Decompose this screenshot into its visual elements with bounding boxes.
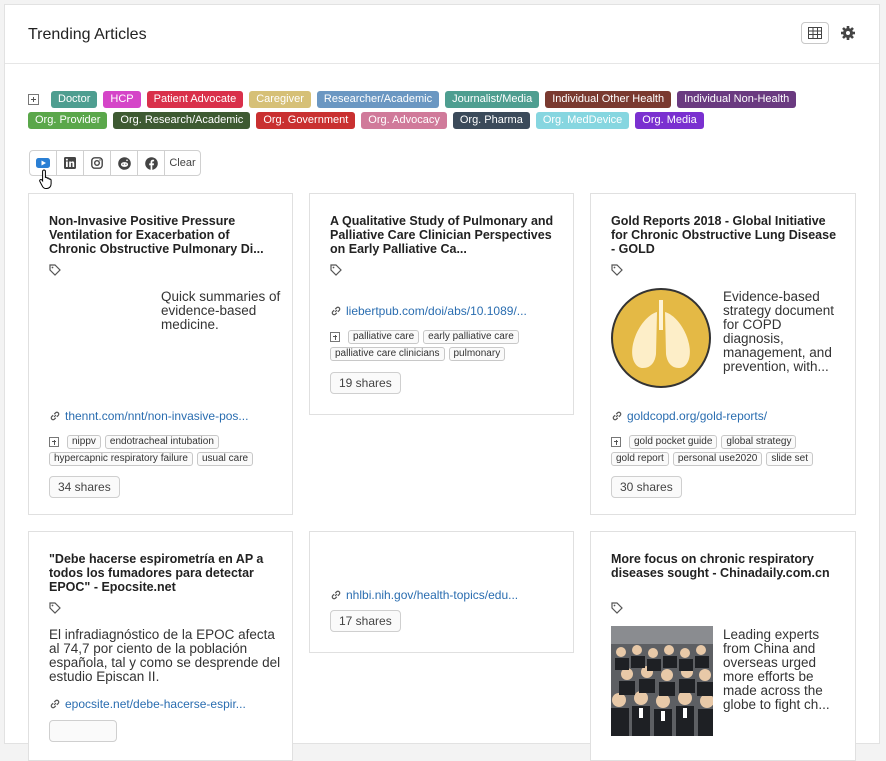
article-card[interactable]: Gold Reports 2018 - Global Initiative fo… xyxy=(590,193,856,515)
group-photo-illustration-icon xyxy=(611,626,713,736)
link-icon xyxy=(50,699,60,709)
instagram-icon xyxy=(91,157,103,169)
tag-icon xyxy=(611,264,623,276)
linkedin-icon xyxy=(64,157,76,169)
keyword-tag[interactable]: gold report xyxy=(611,452,669,466)
filter-chip-org-pharma[interactable]: Org. Pharma xyxy=(452,112,530,129)
pointer-cursor-icon xyxy=(39,169,52,189)
keyword-list: nippv endotracheal intubation hypercapni… xyxy=(49,435,274,466)
filter-chip-individual-non-health[interactable]: Individual Non-Health xyxy=(677,91,797,108)
shares-count[interactable] xyxy=(49,720,117,742)
tag-icon xyxy=(611,602,623,614)
filter-chip-journalist-media[interactable]: Journalist/Media xyxy=(445,91,540,108)
link-icon xyxy=(50,411,60,421)
shares-count[interactable]: 19 shares xyxy=(330,372,401,394)
expand-keywords-icon[interactable] xyxy=(611,437,621,447)
filter-chip-org-meddevice[interactable]: Org. MedDevice xyxy=(535,112,630,129)
panel-header: Trending Articles xyxy=(5,5,879,64)
table-icon xyxy=(808,27,822,39)
audience-filter-row-2: Org. Provider Org. Research/Academic Org… xyxy=(28,112,704,129)
expand-keywords-icon[interactable] xyxy=(330,332,340,342)
filter-chip-org-media[interactable]: Org. Media xyxy=(635,112,704,129)
table-view-button[interactable] xyxy=(801,22,829,44)
lungs-illustration-icon xyxy=(632,300,690,368)
article-title[interactable]: Gold Reports 2018 - Global Initiative fo… xyxy=(611,214,841,256)
reddit-icon xyxy=(117,156,131,170)
filter-chip-researcher-academic[interactable]: Researcher/Academic xyxy=(316,91,440,108)
youtube-icon xyxy=(36,158,50,168)
filter-chip-org-advocacy[interactable]: Org. Advocacy xyxy=(361,112,447,129)
article-title[interactable]: "Debe hacerse espirometría en AP a todos… xyxy=(49,552,279,594)
article-link[interactable]: thennt.com/nnt/non-invasive-pos... xyxy=(49,409,248,423)
filter-chip-caregiver[interactable]: Caregiver xyxy=(249,91,311,108)
clear-filter-button[interactable]: Clear xyxy=(165,151,200,175)
keyword-list: palliative care early palliative care pa… xyxy=(330,330,555,361)
article-title[interactable]: More focus on chronic respiratory diseas… xyxy=(611,552,841,580)
filter-chip-individual-other-health[interactable]: Individual Other Health xyxy=(545,91,672,108)
shares-count[interactable]: 17 shares xyxy=(330,610,401,632)
tag-icon xyxy=(49,264,61,276)
shares-count[interactable]: 30 shares xyxy=(611,476,682,498)
tag-icon xyxy=(330,264,342,276)
reddit-filter-button[interactable] xyxy=(111,151,138,175)
article-title[interactable]: Non-Invasive Positive Pressure Ventilati… xyxy=(49,214,279,256)
keyword-tag[interactable]: slide set xyxy=(766,452,814,466)
filter-chip-org-research-academic[interactable]: Org. Research/Academic xyxy=(113,112,251,129)
expand-filters-icon[interactable] xyxy=(28,94,39,105)
article-link-text[interactable]: nhlbi.nih.gov/health-topics/edu... xyxy=(346,588,518,602)
keyword-tag[interactable]: gold pocket guide xyxy=(629,435,718,449)
facebook-icon xyxy=(144,156,158,170)
link-icon xyxy=(612,411,622,421)
keyword-tag[interactable]: usual care xyxy=(196,452,254,466)
link-icon xyxy=(331,306,341,316)
article-card[interactable]: More focus on chronic respiratory diseas… xyxy=(590,531,856,761)
article-link[interactable]: nhlbi.nih.gov/health-topics/edu... xyxy=(330,588,518,602)
article-card[interactable]: nhlbi.nih.gov/health-topics/edu... 17 sh… xyxy=(309,531,574,653)
gear-icon xyxy=(841,26,855,40)
article-title[interactable]: A Qualitative Study of Pulmonary and Pal… xyxy=(330,214,560,256)
keyword-tag[interactable]: global strategy xyxy=(721,435,797,449)
keyword-tag[interactable]: early palliative care xyxy=(423,330,519,344)
keyword-tag[interactable]: endotracheal intubation xyxy=(104,435,219,449)
keyword-tag[interactable]: nippv xyxy=(67,435,101,449)
article-link-text[interactable]: epocsite.net/debe-hacerse-espir... xyxy=(65,697,246,711)
filter-chip-hcp[interactable]: HCP xyxy=(103,91,141,108)
article-description: Quick summaries of evidence-based medici… xyxy=(161,289,281,332)
article-link-text[interactable]: liebertpub.com/doi/abs/10.1089/... xyxy=(346,304,527,318)
article-description: Evidence-based strategy document for COP… xyxy=(723,289,835,374)
filter-chip-doctor[interactable]: Doctor xyxy=(51,91,98,108)
trending-articles-panel: Trending Articles Doctor HCP Patient Adv… xyxy=(4,4,880,761)
settings-button[interactable] xyxy=(839,24,857,42)
article-thumbnail-lungs xyxy=(611,288,711,388)
instagram-filter-button[interactable] xyxy=(84,151,111,175)
tag-icon xyxy=(49,602,61,614)
audience-filter-row-1: Doctor HCP Patient Advocate Caregiver Re… xyxy=(28,91,797,108)
article-link-text[interactable]: thennt.com/nnt/non-invasive-pos... xyxy=(65,409,248,423)
linkedin-filter-button[interactable] xyxy=(57,151,84,175)
keyword-tag[interactable]: hypercapnic respiratory failure xyxy=(49,452,193,466)
article-card[interactable]: A Qualitative Study of Pulmonary and Pal… xyxy=(309,193,574,415)
filter-chip-org-provider[interactable]: Org. Provider xyxy=(28,112,108,129)
keyword-tag[interactable]: palliative care xyxy=(348,330,420,344)
article-card[interactable]: "Debe hacerse espirometría en AP a todos… xyxy=(28,531,293,761)
article-link[interactable]: epocsite.net/debe-hacerse-espir... xyxy=(49,697,246,711)
article-card[interactable]: Non-Invasive Positive Pressure Ventilati… xyxy=(28,193,293,515)
link-icon xyxy=(331,590,341,600)
filter-chip-org-government[interactable]: Org. Government xyxy=(256,112,356,129)
keyword-tag[interactable]: pulmonary xyxy=(448,347,506,361)
article-link[interactable]: goldcopd.org/gold-reports/ xyxy=(611,409,767,423)
shares-count[interactable]: 34 shares xyxy=(49,476,120,498)
article-description: Leading experts from China and overseas … xyxy=(723,627,830,712)
keyword-tag[interactable]: personal use2020 xyxy=(672,452,763,466)
article-link-text[interactable]: goldcopd.org/gold-reports/ xyxy=(627,409,767,423)
expand-keywords-icon[interactable] xyxy=(49,437,59,447)
article-link[interactable]: liebertpub.com/doi/abs/10.1089/... xyxy=(330,304,527,318)
filter-chip-patient-advocate[interactable]: Patient Advocate xyxy=(146,91,244,108)
keyword-tag[interactable]: palliative care clinicians xyxy=(330,347,445,361)
article-description: El infradiagnóstico de la EPOC afecta al… xyxy=(49,627,281,684)
page-title: Trending Articles xyxy=(28,26,147,43)
facebook-filter-button[interactable] xyxy=(138,151,165,175)
keyword-list: gold pocket guide global strategy gold r… xyxy=(611,435,836,466)
article-thumbnail-group-photo xyxy=(611,626,713,736)
